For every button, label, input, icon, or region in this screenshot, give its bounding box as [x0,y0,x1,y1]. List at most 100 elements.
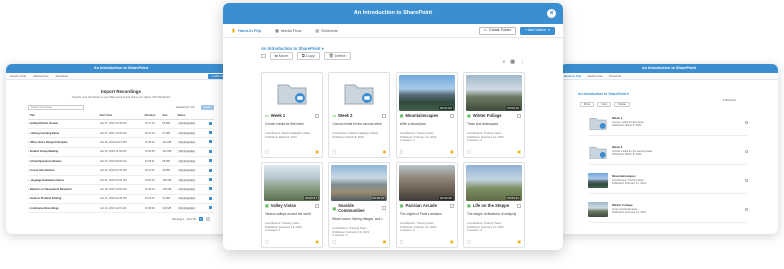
page-2-button[interactable]: 2 [206,217,210,222]
breadcrumb[interactable]: An Introduction to SharePoint ▾ [261,46,563,51]
video-thumbnail[interactable]: 00:00:16 [331,165,388,201]
select-checkbox[interactable] [208,131,212,135]
card-title[interactable]: Week 2 [338,113,352,118]
tab-media-flow[interactable]: ▦ Media Flow [275,28,301,33]
link-icon[interactable]: ▢ [265,239,269,244]
link-icon[interactable]: ▢ [400,149,404,154]
create-folder-button[interactable]: ▭ Create Folder [478,26,516,35]
card-title[interactable]: Week 1 [271,113,285,118]
video-thumbnail[interactable]: 00:00:22 [465,75,522,111]
tab-schedule[interactable]: Schedule [56,74,69,78]
tab-media-flow[interactable]: Media Flow [33,74,48,78]
list-item-title[interactable]: Week 2 [612,145,622,149]
select-checkbox[interactable] [208,206,212,210]
list-item-title[interactable]: Mountainscapes [612,174,636,178]
move-button[interactable]: ⇆ Move [269,52,294,60]
copy-button[interactable]: Copy [597,102,612,107]
media-card[interactable]: 00:00:16 ▣ Seaside Communities Beach towns,… [328,162,391,248]
card-title[interactable]: Mountainscapes [405,113,438,118]
select-checkbox[interactable] [208,121,212,125]
tab-hand-in-flip[interactable]: ✋ Hand-in Flip [231,28,261,33]
tab-media-flow[interactable]: Media Flow [587,74,602,78]
delete-button[interactable]: Delete [614,102,630,107]
card-title[interactable]: Seaside Communities [338,203,380,213]
close-icon[interactable]: × [547,9,556,18]
tab-hand-in-flip[interactable]: Hand-in Flip [564,74,581,78]
card-title[interactable]: Winter Foliage [473,113,502,118]
list-item-title[interactable]: Week 1 [612,116,622,120]
select-checkbox[interactable] [208,187,212,191]
video-thumbnail[interactable] [588,202,608,217]
table-row[interactable]: • Course Introduction Mar 02, 2023 01:00 P… [28,165,214,176]
select-checkbox[interactable] [208,168,212,172]
video-thumbnail[interactable]: 00:00:28 [398,165,455,201]
delete-button[interactable]: 🗑 Delete [323,52,351,60]
media-card[interactable]: 00:00:21 ▣ Life on the Steppe The steppe ci… [462,162,525,248]
video-thumbnail[interactable]: 00:00:21 [465,165,522,201]
star-icon[interactable]: ▣ [517,239,521,244]
video-thumbnail[interactable] [588,173,608,188]
list-item-title[interactable]: Winter Foliage [612,203,633,207]
table-row[interactable]: • Student Group Meeting Mar 06, 2023 11:00… [28,147,214,158]
select-checkbox[interactable] [208,196,212,200]
link-icon[interactable]: ▢ [332,149,336,154]
breadcrumb[interactable]: An Introduction to SharePoint ▾ [578,92,778,96]
select-checkbox[interactable] [208,140,212,144]
search-input[interactable]: Search recordings [28,105,84,110]
table-row[interactable]: • Office Hours Design Principles Mar 06, 2… [28,137,214,148]
list-item-checkbox[interactable] [744,178,748,183]
star-icon[interactable]: ▣ [383,239,387,244]
card-title[interactable]: Life on the Steppe [473,203,509,208]
link-icon[interactable]: ▢ [467,149,471,154]
search-icon[interactable]: ⌕ [502,59,505,65]
list-item[interactable]: Week 1 Course media for first week Publish… [588,110,748,136]
select-checkbox[interactable] [208,178,212,182]
card-title[interactable]: Valley Vistas [271,203,296,208]
table-row[interactable]: • Getting Perfect Answer Mar 07, 2023 10:4… [28,119,214,129]
card-checkbox[interactable] [449,113,454,118]
list-item-checkbox[interactable] [744,207,748,212]
select-checkbox[interactable] [208,159,212,163]
tab-schedule[interactable]: ▤ Schedule [315,28,337,33]
link-icon[interactable]: ▢ [332,239,336,244]
copy-button[interactable]: ⧉ Copy [297,52,320,60]
list-item-checkbox[interactable] [744,120,748,125]
add-videos-button[interactable]: + Add Videos ▾ [519,26,555,35]
list-item[interactable]: Winter Foliage Trees and landscapes Publis… [588,197,748,223]
card-checkbox[interactable] [382,113,387,118]
card-checkbox[interactable] [449,203,454,208]
card-checkbox[interactable] [315,203,319,208]
table-row[interactable]: • Conference Recordings Feb 24, 2023 11:15… [28,203,214,214]
move-button[interactable]: Move [580,102,595,107]
card-checkbox[interactable] [516,203,521,208]
list-item[interactable]: Week 2 Course media for the second week Pu… [588,139,748,165]
import-button[interactable]: Import [200,105,214,110]
tab-hand-in-flip[interactable]: Hand-in Flip [10,74,26,78]
video-thumbnail[interactable]: 00:01:00 [398,75,455,111]
card-checkbox[interactable] [516,113,521,118]
table-row[interactable]: • Critical Questions Review Mar 03, 2023 0… [28,156,214,167]
star-icon[interactable]: ▣ [450,149,454,154]
star-icon[interactable]: ▣ [450,239,454,244]
tab-schedule[interactable]: Schedule [609,74,622,78]
select-all-checkbox[interactable] [261,53,266,59]
more-options-icon[interactable]: ⋮ [520,59,525,65]
star-icon[interactable]: ▣ [315,239,319,244]
media-card[interactable]: 00:00:28 ▣ Parisian Arcade The origins of P… [395,162,458,248]
media-card[interactable]: ▭ Week 1 Course media for first week Contri… [261,72,323,158]
table-row[interactable]: • Lifelong Learning Demo Mar 07, 2023 10:3… [28,128,214,139]
link-icon[interactable]: ▢ [265,149,269,154]
page-1-button[interactable]: 1 [199,217,203,222]
media-card[interactable]: 00:01:00 ▣ Mountainscapes Write a descripti… [395,72,458,158]
media-card[interactable]: ▭ Week 2 Course media for the second week C… [328,72,391,158]
link-icon[interactable]: ▢ [400,239,404,244]
star-icon[interactable]: ▣ [315,149,319,154]
table-row[interactable]: • Webinar on Transparent Research Feb 28, … [28,184,214,195]
table-row[interactable]: • Language Evaluation Series Mar 01, 2023 … [28,175,214,186]
video-thumbnail[interactable]: 00:00:17 [264,165,320,201]
list-item[interactable]: Mountainscapes Contributors: Training Tea… [588,168,748,194]
card-checkbox[interactable] [315,113,319,118]
card-title[interactable]: Parisian Arcade [405,203,437,208]
grid-view-icon[interactable]: ▦ [510,59,515,65]
card-checkbox[interactable] [382,206,387,210]
